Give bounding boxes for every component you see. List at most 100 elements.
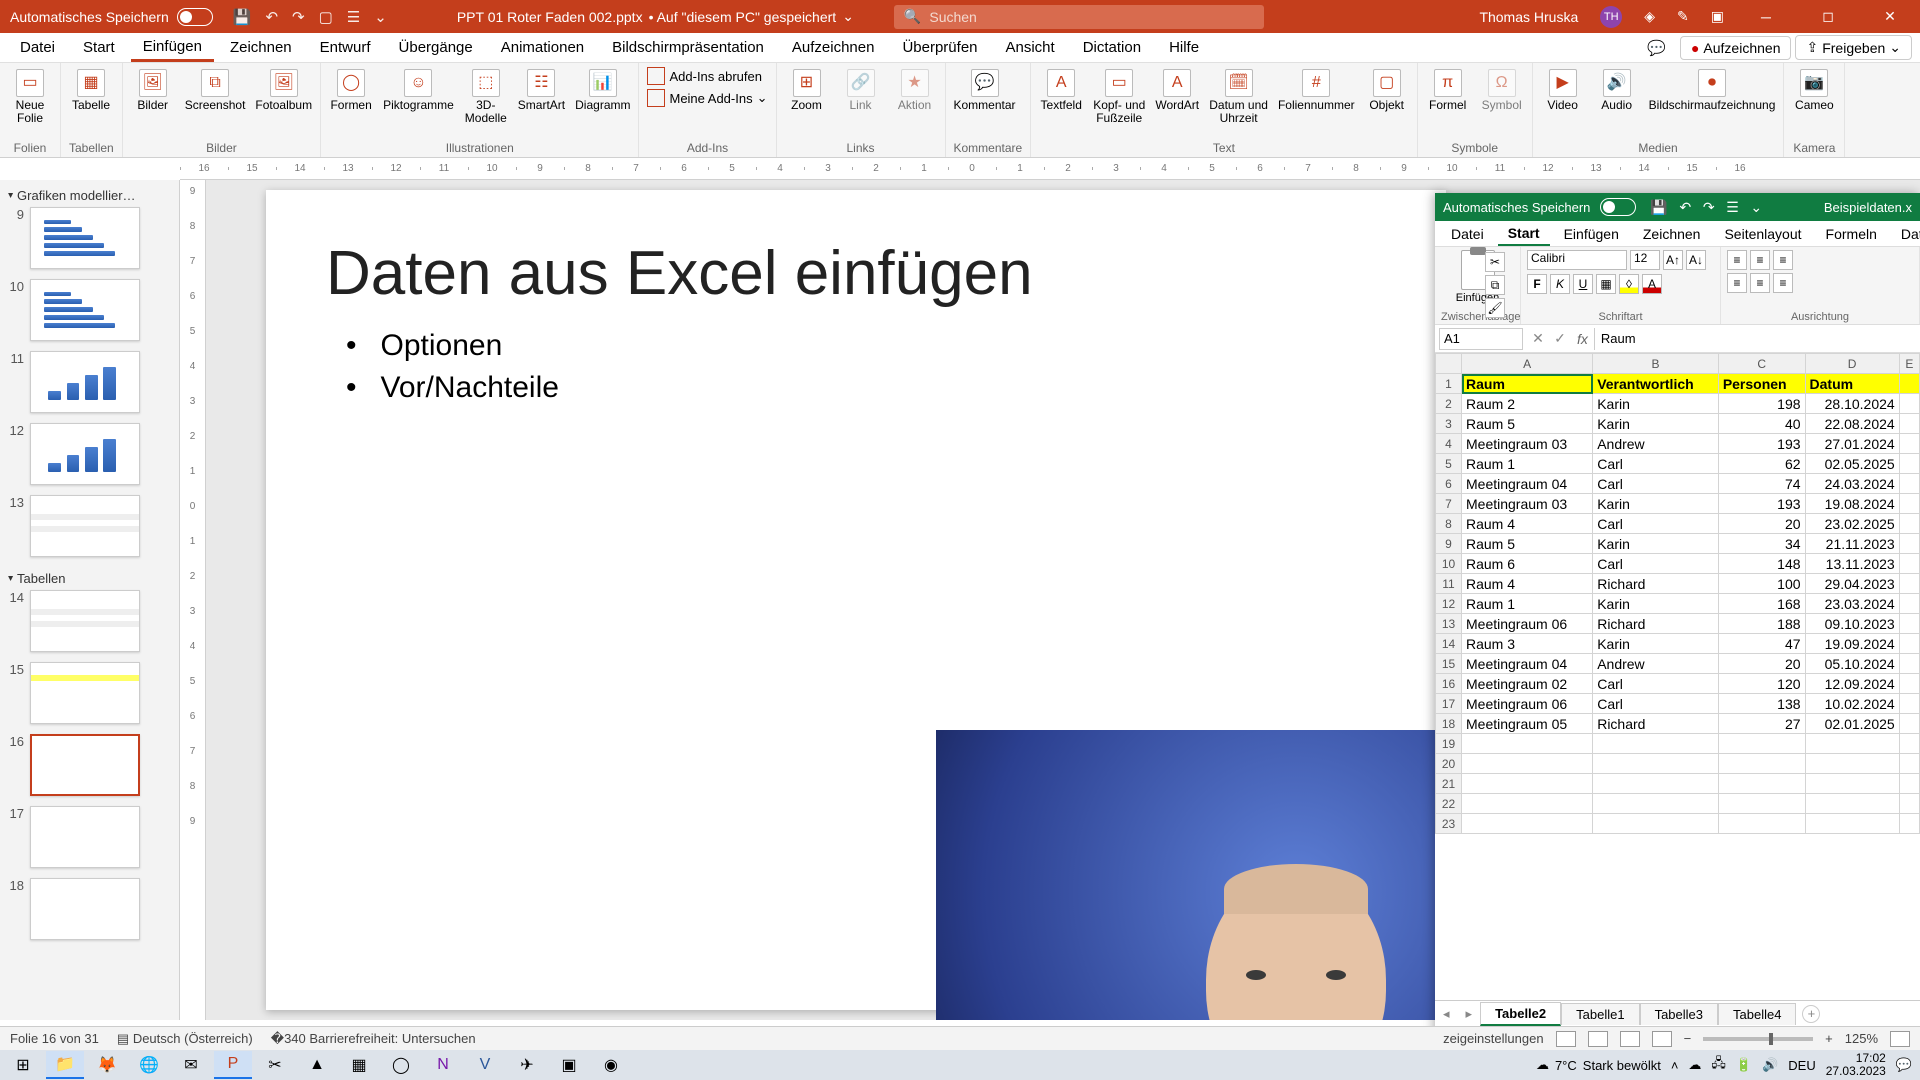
xl-touch-icon[interactable]: ☰	[1726, 199, 1739, 215]
cell[interactable]: 138	[1718, 694, 1805, 714]
touch-icon[interactable]: ☰	[347, 8, 360, 26]
slide-thumb-9[interactable]: 9	[6, 207, 173, 269]
cell[interactable]: 188	[1718, 614, 1805, 634]
add-sheet-button[interactable]: +	[1802, 1005, 1820, 1023]
cell[interactable]: Andrew	[1593, 654, 1719, 674]
align-bottom-icon[interactable]: ≡	[1773, 250, 1793, 270]
cell[interactable]: Raum 1	[1462, 594, 1593, 614]
row-header[interactable]: 14	[1436, 634, 1462, 654]
row-header[interactable]: 8	[1436, 514, 1462, 534]
cell[interactable]: Karin	[1593, 534, 1719, 554]
row-header[interactable]: 9	[1436, 534, 1462, 554]
screenshot-button[interactable]: ⧉Screenshot	[185, 67, 246, 112]
cell[interactable]: 23.02.2025	[1805, 514, 1899, 534]
slide-bullets[interactable]: Optionen Vor/Nachteile	[266, 325, 1446, 409]
shrink-font-icon[interactable]: A↓	[1686, 250, 1706, 270]
sheet-nav-prev[interactable]: ◂	[1435, 1006, 1458, 1022]
chrome-icon[interactable]: 🌐	[130, 1051, 168, 1079]
cell[interactable]: 13.11.2023	[1805, 554, 1899, 574]
volume-icon[interactable]: 🔊	[1762, 1057, 1778, 1073]
3dmodels-button[interactable]: ⬚3D- Modelle	[464, 67, 508, 125]
table-button[interactable]: ▦Tabelle	[69, 67, 113, 112]
language-indicator-tray[interactable]: DEU	[1788, 1058, 1815, 1073]
cell[interactable]: Andrew	[1593, 434, 1719, 454]
smartart-button[interactable]: ☷SmartArt	[518, 67, 565, 112]
slide-thumb-14[interactable]: 14	[6, 590, 173, 652]
clock[interactable]: 17:02 27.03.2023	[1826, 1052, 1886, 1078]
cell[interactable]: 120	[1718, 674, 1805, 694]
cell[interactable]: Raum 4	[1462, 574, 1593, 594]
cell[interactable]: Carl	[1593, 694, 1719, 714]
row-header[interactable]: 19	[1436, 734, 1462, 754]
visio-icon[interactable]: V	[466, 1051, 504, 1079]
window-layout-icon[interactable]: ▣	[1711, 8, 1724, 25]
present-icon[interactable]: ▢	[319, 8, 333, 26]
cell[interactable]: 28.10.2024	[1805, 394, 1899, 414]
battery-icon[interactable]: 🔋	[1736, 1057, 1752, 1073]
formatpainter-icon[interactable]: 🖌	[1485, 298, 1505, 318]
row-header[interactable]: 4	[1436, 434, 1462, 454]
chart-button[interactable]: 📊Diagramm	[575, 67, 630, 112]
cell[interactable]: 02.05.2025	[1805, 454, 1899, 474]
excel-window[interactable]: Automatisches Speichern 💾 ↶ ↷ ☰ ⌄ Beispi…	[1435, 193, 1920, 1050]
cell[interactable]: 19.08.2024	[1805, 494, 1899, 514]
audio-button[interactable]: 🔊Audio	[1595, 67, 1639, 112]
video-button[interactable]: ▶Video	[1541, 67, 1585, 112]
xl-tab-formeln[interactable]: Formeln	[1816, 223, 1887, 245]
display-settings[interactable]: zeigeinstellungen	[1443, 1031, 1543, 1046]
cell[interactable]: Raum 5	[1462, 534, 1593, 554]
screenrec-button[interactable]: ⏺Bildschirmaufzeichnung	[1649, 67, 1776, 112]
cell[interactable]: Karin	[1593, 594, 1719, 614]
start-button[interactable]: ⊞	[4, 1051, 42, 1079]
row-header[interactable]: 15	[1436, 654, 1462, 674]
cameo-button[interactable]: 📷Cameo	[1792, 67, 1836, 112]
cell[interactable]: Raum 2	[1462, 394, 1593, 414]
cell[interactable]: 27.01.2024	[1805, 434, 1899, 454]
cell[interactable]: Karin	[1593, 414, 1719, 434]
align-center-icon[interactable]: ≡	[1750, 273, 1770, 293]
cell[interactable]: 19.09.2024	[1805, 634, 1899, 654]
row-header[interactable]: 17	[1436, 694, 1462, 714]
header-cell[interactable]: Datum	[1805, 374, 1899, 394]
textbox-button[interactable]: ATextfeld	[1039, 67, 1083, 112]
object-button[interactable]: ▢Objekt	[1365, 67, 1409, 112]
zoom-in-icon[interactable]: +	[1825, 1031, 1833, 1046]
icons-button[interactable]: ☺Piktogramme	[383, 67, 454, 112]
slideshow-view-icon[interactable]	[1652, 1031, 1672, 1047]
xl-tab-start[interactable]: Start	[1498, 222, 1550, 246]
cell[interactable]: 62	[1718, 454, 1805, 474]
minimize-button[interactable]: ─	[1746, 9, 1786, 25]
cell[interactable]: Raum 4	[1462, 514, 1593, 534]
diamond-icon[interactable]: ◈	[1644, 8, 1655, 25]
fx-icon[interactable]: fx	[1571, 331, 1594, 347]
tab-animationen[interactable]: Animationen	[489, 35, 596, 60]
row-header[interactable]: 7	[1436, 494, 1462, 514]
sheet-tab-4[interactable]: Tabelle4	[1718, 1003, 1796, 1025]
firefox-icon[interactable]: 🦊	[88, 1051, 126, 1079]
vlc-icon[interactable]: ▲	[298, 1051, 336, 1079]
powerpoint-icon[interactable]: P	[214, 1051, 252, 1079]
cell[interactable]: Richard	[1593, 714, 1719, 734]
tray-chevron-icon[interactable]: ˄	[1671, 1058, 1679, 1073]
wordart-button[interactable]: AWordArt	[1155, 67, 1199, 112]
slide-counter[interactable]: Folie 16 von 31	[10, 1031, 99, 1046]
align-top-icon[interactable]: ≡	[1727, 250, 1747, 270]
cell[interactable]: Karin	[1593, 634, 1719, 654]
italic-button[interactable]: K	[1550, 274, 1570, 294]
cut-icon[interactable]: ✂	[1485, 252, 1505, 272]
tab-start[interactable]: Start	[71, 35, 127, 60]
network-icon[interactable]: 🖧	[1711, 1054, 1726, 1076]
cell[interactable]: 09.10.2023	[1805, 614, 1899, 634]
cell[interactable]: Karin	[1593, 494, 1719, 514]
qat-more-icon[interactable]: ⌄	[374, 8, 387, 26]
cell[interactable]: 34	[1718, 534, 1805, 554]
grow-font-icon[interactable]: A↑	[1663, 250, 1683, 270]
col-header[interactable]: A	[1462, 354, 1593, 374]
underline-button[interactable]: U	[1573, 274, 1593, 294]
slide-title[interactable]: Daten aus Excel einfügen	[266, 190, 1446, 325]
cell[interactable]: 12.09.2024	[1805, 674, 1899, 694]
cell[interactable]: 02.01.2025	[1805, 714, 1899, 734]
enter-icon[interactable]: ✓	[1549, 330, 1571, 347]
cell[interactable]: 29.04.2023	[1805, 574, 1899, 594]
cell[interactable]: 100	[1718, 574, 1805, 594]
